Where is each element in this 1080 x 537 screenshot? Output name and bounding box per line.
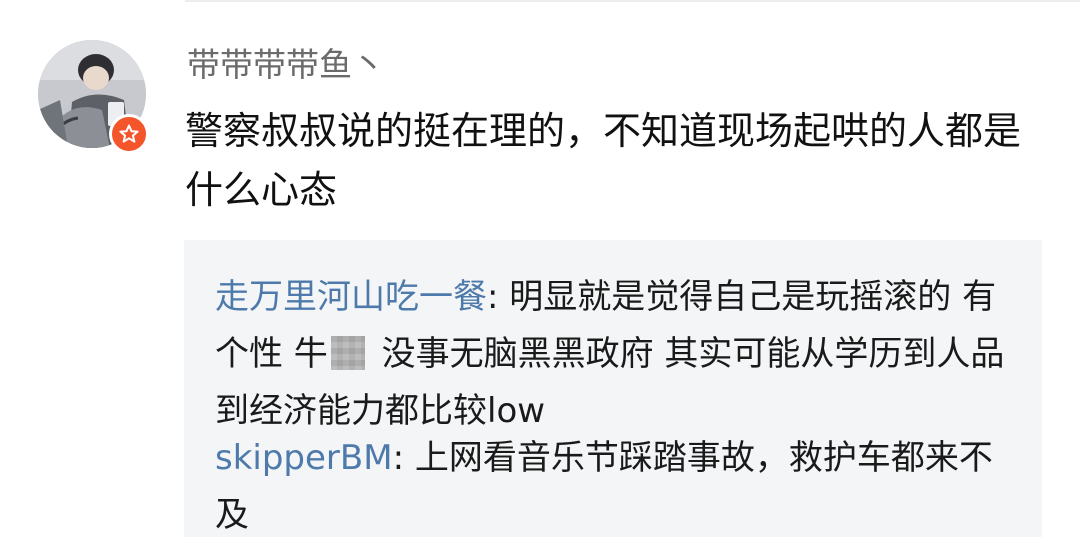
reply-item[interactable]: 走万里河山吃一餐: 明显就是觉得自己是玩摇滚的 有个性 牛 没事无脑黑黑政府 其…	[215, 269, 1015, 440]
comment-username[interactable]: 带带带带鱼丶	[187, 40, 385, 90]
replies-box[interactable]: 走万里河山吃一餐: 明显就是觉得自己是玩摇滚的 有个性 牛 没事无脑黑黑政府 其…	[184, 240, 1042, 537]
censored-mosaic-icon	[330, 336, 365, 370]
reply-separator: :	[487, 277, 510, 317]
vip-star-icon	[119, 124, 139, 143]
reply-author[interactable]: skipperBM	[215, 438, 393, 478]
comment-avatar[interactable]	[38, 40, 152, 154]
reply-separator: :	[392, 438, 415, 478]
reply-item[interactable]: skipperBM: 上网看音乐节踩踏事故，救护车都来不及	[215, 430, 1015, 537]
reply-author[interactable]: 走万里河山吃一餐	[215, 277, 487, 317]
vip-badge	[109, 114, 149, 154]
comment-text: 警察叔叔说的挺在理的，不知道现场起哄的人都是什么心态	[185, 109, 1022, 212]
top-divider	[185, 0, 1080, 2]
